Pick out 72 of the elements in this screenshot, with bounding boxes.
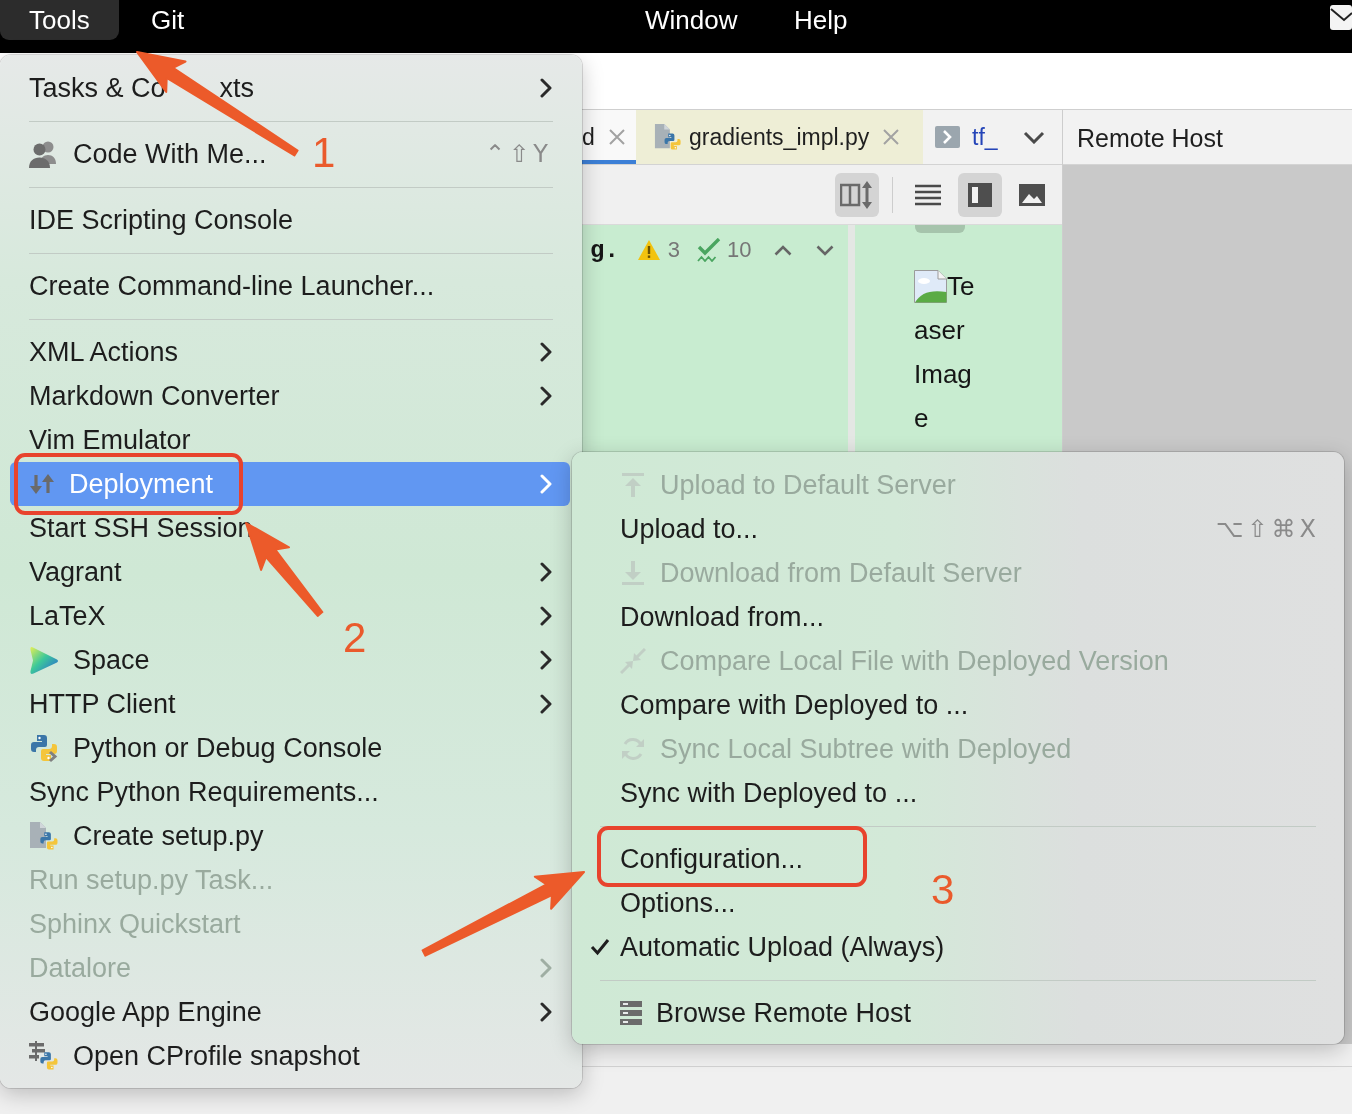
editor-tab[interactable]: gradients_impl.py — [636, 110, 923, 164]
menu-item[interactable]: LaTeX — [29, 594, 106, 638]
python-file-icon — [29, 821, 59, 851]
layout-orientation-icon — [840, 180, 874, 209]
menu-item[interactable]: Google App Engine — [29, 990, 262, 1034]
chevron-down-icon[interactable] — [815, 244, 834, 256]
chevron-down-icon[interactable] — [1023, 130, 1045, 144]
menu-item[interactable]: Sync with Deployed to ... — [584, 771, 918, 815]
menu-item[interactable]: Vim Emulator — [29, 418, 191, 462]
annotation-number: 1 — [312, 132, 336, 174]
broken-image-icon — [914, 270, 947, 303]
console-icon — [935, 126, 960, 148]
split-view-icon — [968, 182, 992, 207]
check-count: 10 — [727, 237, 752, 263]
menu-item[interactable]: Code With Me... — [29, 132, 267, 176]
menu-item[interactable]: IDE Scripting Console — [29, 198, 294, 242]
scroll-thumb[interactable] — [915, 225, 965, 233]
text-lines-icon — [915, 183, 941, 206]
menu-item[interactable]: Upload to... — [584, 507, 759, 551]
menu-item[interactable]: Automatic Upload (Always) — [584, 925, 945, 969]
warning-count: 3 — [667, 237, 681, 263]
image-alt-text: Te — [947, 270, 975, 303]
keyboard-shortcut: ⌥⇧⌘X — [1215, 515, 1320, 543]
compare-arrows-icon — [620, 648, 646, 674]
menu-item[interactable]: HTTP Client — [29, 682, 176, 726]
view-toggle-button[interactable] — [835, 172, 879, 217]
menu-item[interactable]: Vagrant — [29, 550, 122, 594]
image-alt-text: Imag — [914, 359, 972, 389]
gradient-triangle-icon — [29, 645, 59, 675]
menu-item[interactable]: Sync Python Requirements... — [29, 770, 379, 814]
sync-icon — [620, 736, 646, 762]
close-icon[interactable] — [608, 129, 625, 145]
panel-title: Remote Host — [1077, 123, 1223, 153]
menu-item[interactable]: Create setup.py — [29, 814, 264, 858]
editor-tab[interactable]: tf_ — [923, 110, 1015, 164]
download-icon — [620, 560, 646, 586]
annotation-number: 2 — [343, 617, 367, 659]
profiler-icon — [29, 1041, 59, 1071]
menu-item[interactable]: Browse Remote Host — [584, 991, 912, 1035]
menu-item[interactable]: Configuration... — [584, 837, 804, 881]
annotation-number: 3 — [931, 869, 955, 911]
check-squiggle-icon[interactable] — [697, 238, 722, 262]
people-icon — [29, 140, 59, 168]
menu-item[interactable]: Compare with Deployed to ... — [584, 683, 969, 727]
server-icon — [620, 1001, 642, 1025]
menu-item[interactable]: Python or Debug Console — [29, 726, 383, 770]
menu-item[interactable]: XML Actions — [29, 330, 179, 374]
menu-item[interactable]: Download from... — [584, 595, 825, 639]
menu-bar-item[interactable]: Help — [765, 0, 877, 40]
up-down-arrows-icon — [29, 472, 55, 496]
menu-bar-item[interactable]: Tools — [0, 0, 119, 40]
image-alt-text: aser — [914, 315, 965, 345]
menu-bar-item[interactable]: Window — [616, 0, 767, 40]
upload-icon — [620, 472, 646, 498]
menu-item[interactable]: Options... — [584, 881, 736, 925]
menu-item[interactable]: Markdown Converter — [29, 374, 280, 418]
warning-icon[interactable] — [637, 240, 660, 260]
check-icon — [590, 938, 610, 956]
envelope-icon[interactable] — [1330, 5, 1352, 30]
editor-tab[interactable]: d — [582, 110, 636, 164]
code-text: g. — [590, 236, 619, 264]
python-console-icon — [29, 733, 59, 763]
chevron-up-icon[interactable] — [773, 244, 792, 256]
menu-item[interactable]: Open CProfile snapshot — [29, 1034, 360, 1078]
view-toggle-button[interactable] — [958, 172, 1002, 217]
menu-item[interactable]: Space — [29, 638, 150, 682]
image-icon — [1019, 183, 1045, 206]
keyboard-shortcut: ⌃⇧Y — [485, 140, 552, 168]
image-alt-text: e — [914, 403, 929, 433]
menu-item[interactable]: Create Command-line Launcher... — [29, 264, 435, 308]
menu-bar-item[interactable]: Git — [122, 0, 214, 40]
python-file-icon — [654, 122, 682, 152]
